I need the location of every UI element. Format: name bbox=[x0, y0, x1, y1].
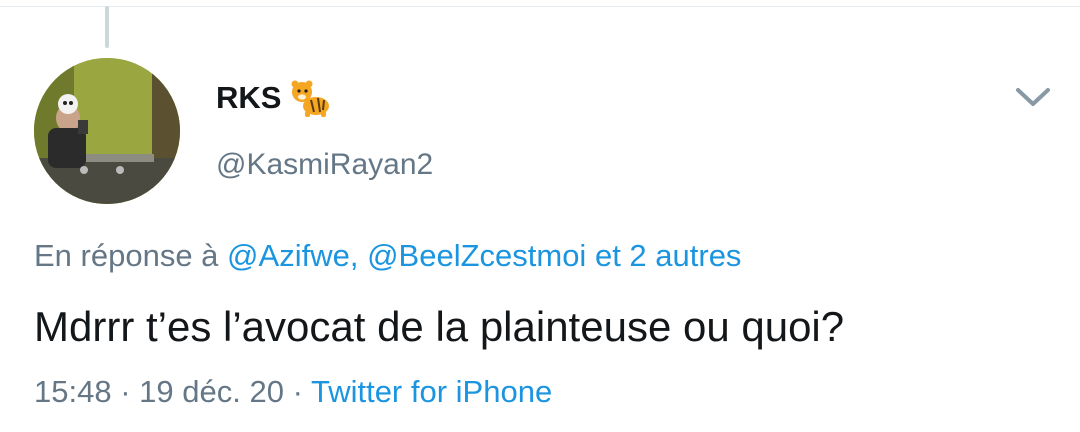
thread-connector-line bbox=[105, 6, 109, 48]
reply-context: En réponse à @Azifwe, @BeelZcestmoi et 2… bbox=[34, 238, 741, 274]
tweet-time[interactable]: 15:48 bbox=[34, 374, 112, 409]
avatar[interactable] bbox=[34, 58, 180, 204]
divider bbox=[0, 6, 1080, 7]
tweet-metadata: 15:48 · 19 déc. 20 · Twitter for iPhone bbox=[34, 374, 552, 410]
reply-prefix: En réponse à bbox=[34, 238, 219, 273]
separator-dot: · bbox=[292, 374, 303, 409]
tiger-icon bbox=[289, 78, 331, 118]
separator-dot: · bbox=[120, 374, 131, 409]
source-link[interactable]: Twitter for iPhone bbox=[311, 374, 552, 409]
mention-link[interactable]: @Azifwe, bbox=[227, 238, 358, 273]
display-name[interactable]: RKS bbox=[216, 78, 331, 118]
user-handle[interactable]: @KasmiRayan2 bbox=[216, 148, 433, 182]
more-mentions-link[interactable]: et 2 autres bbox=[595, 238, 741, 273]
tweet-text: Mdrrr t’es l’avocat de la plainteuse ou … bbox=[34, 303, 845, 350]
display-name-text: RKS bbox=[216, 80, 282, 115]
mention-link[interactable]: @BeelZcestmoi bbox=[367, 238, 586, 273]
tweet-date[interactable]: 19 déc. 20 bbox=[139, 374, 284, 409]
chevron-down-icon[interactable] bbox=[1012, 82, 1054, 112]
